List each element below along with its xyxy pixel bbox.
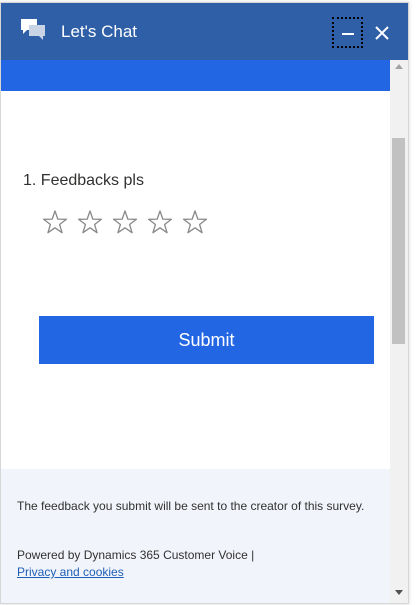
survey-banner [1, 60, 390, 91]
star-rating-4-icon[interactable] [146, 208, 181, 240]
star-rating-3-icon[interactable] [111, 208, 146, 240]
chat-header: Let's Chat [1, 3, 408, 60]
scroll-down-arrow-icon[interactable] [395, 590, 403, 595]
question-text: 1. Feedbacks pls [23, 172, 144, 189]
star-rating-2-icon[interactable] [76, 208, 111, 240]
minimize-button[interactable] [332, 17, 363, 48]
footer-note: The feedback you submit will be sent to … [17, 499, 365, 513]
privacy-link[interactable]: Privacy and cookies [17, 564, 124, 581]
star-shape [42, 210, 68, 234]
survey-content: 1. Feedbacks pls Submit The feedback you… [1, 91, 390, 603]
chat-title: Let's Chat [61, 22, 138, 41]
close-icon[interactable] [372, 23, 392, 43]
scrollbar-thumb[interactable] [392, 138, 405, 344]
powered-by-text: Powered by Dynamics 365 Customer Voice | [17, 548, 255, 562]
star-shape [182, 210, 208, 234]
star-shape [77, 210, 103, 234]
star-rating-1-icon[interactable] [41, 208, 76, 240]
chat-widget: Let's Chat 1. Feedbacks pls Submit The f… [0, 2, 409, 604]
scroll-up-arrow-icon[interactable] [395, 64, 403, 69]
minimize-icon [342, 33, 354, 35]
scrollbar[interactable] [390, 60, 408, 603]
star-shape [147, 210, 173, 234]
chat-bubbles-icon [21, 19, 45, 40]
submit-button[interactable]: Submit [39, 316, 374, 364]
star-rating [41, 208, 216, 240]
star-shape [112, 210, 138, 234]
star-rating-5-icon[interactable] [181, 208, 216, 240]
survey-footer: The feedback you submit will be sent to … [1, 469, 390, 603]
